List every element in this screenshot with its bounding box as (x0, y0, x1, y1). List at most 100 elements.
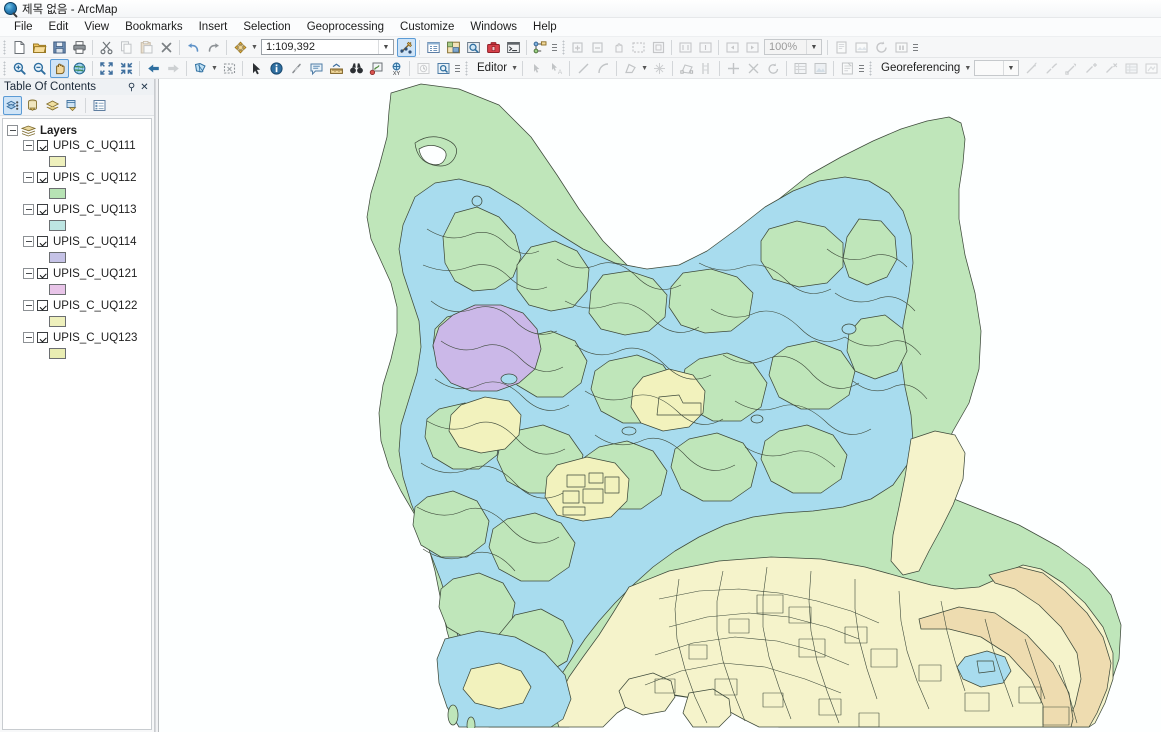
menu-selection[interactable]: Selection (235, 18, 298, 36)
hyperlink-icon[interactable] (287, 59, 306, 78)
toolbar-grip[interactable] (3, 61, 6, 76)
edit-annotation-icon[interactable]: A (547, 59, 566, 78)
menu-file[interactable]: File (6, 18, 41, 36)
layer-node-upis-c-uq123[interactable]: UPIS_C_UQ123 (3, 330, 151, 345)
table-of-contents-icon[interactable] (424, 38, 443, 57)
zoom-out-page-icon[interactable] (589, 38, 608, 57)
layer-node-upis-c-uq113[interactable]: UPIS_C_UQ113 (3, 202, 151, 217)
arctoolbox-icon[interactable] (484, 38, 503, 57)
layer-visibility-checkbox[interactable] (37, 172, 48, 183)
menu-insert[interactable]: Insert (191, 18, 236, 36)
find-binoculars-icon[interactable] (347, 59, 366, 78)
fixed-zoom-in-icon[interactable] (97, 59, 116, 78)
data-view-icon[interactable] (852, 38, 871, 57)
layer-visibility-checkbox[interactable] (37, 140, 48, 151)
editor-dropdown-arrow-icon[interactable]: ▼ (510, 59, 519, 78)
chevron-down-icon[interactable]: ▼ (806, 40, 821, 54)
search-window-icon[interactable] (464, 38, 483, 57)
add-control-points-icon[interactable] (1082, 59, 1101, 78)
layer-swatch[interactable] (49, 188, 66, 199)
new-document-icon[interactable] (10, 38, 29, 57)
layer-swatch[interactable] (49, 348, 66, 359)
redo-arrow-icon[interactable] (204, 38, 223, 57)
time-slider-icon[interactable] (414, 59, 433, 78)
save-icon[interactable] (50, 38, 69, 57)
zoom-out-icon[interactable] (30, 59, 49, 78)
layer-swatch[interactable] (49, 156, 66, 167)
delete-x-icon[interactable] (157, 38, 176, 57)
georeferencing-toolbar-grip[interactable] (869, 61, 872, 76)
menu-bookmarks[interactable]: Bookmarks (117, 18, 191, 36)
catalog-icon[interactable] (444, 38, 463, 57)
full-extent-globe-icon[interactable] (70, 59, 89, 78)
map-scale-combo[interactable]: 1:109,392 ▼ (261, 39, 394, 55)
refresh-view-icon[interactable] (872, 38, 891, 57)
georeferencing-layer-combo[interactable]: ▼ (974, 60, 1019, 76)
expander-icon[interactable] (23, 236, 34, 247)
edit-vertices-icon[interactable] (677, 59, 696, 78)
end-point-arc-icon[interactable] (594, 59, 613, 78)
go-to-next-page-icon[interactable] (696, 38, 715, 57)
layer-swatch[interactable] (49, 316, 66, 327)
split-icon[interactable] (744, 59, 763, 78)
go-to-xy-icon[interactable]: XY (387, 59, 406, 78)
menu-windows[interactable]: Windows (462, 18, 525, 36)
menu-help[interactable]: Help (525, 18, 565, 36)
create-viewer-window-icon[interactable] (434, 59, 453, 78)
map-canvas[interactable] (159, 79, 1161, 732)
edit-tool-arrow-icon[interactable] (527, 59, 546, 78)
shift-georef-icon[interactable] (1042, 59, 1061, 78)
georeferencing-dropdown-arrow-icon[interactable]: ▼ (963, 59, 972, 78)
list-by-source-button[interactable] (23, 96, 42, 115)
expander-icon[interactable] (23, 332, 34, 343)
layer-node-upis-c-uq112[interactable]: UPIS_C_UQ112 (3, 170, 151, 185)
toolbar-grip[interactable] (3, 40, 6, 55)
trace-dropdown-arrow-icon[interactable]: ▼ (640, 59, 649, 78)
toolbar-overflow-button[interactable] (857, 59, 866, 78)
find-route-icon[interactable] (367, 59, 386, 78)
previous-extent-icon[interactable] (144, 59, 163, 78)
layer-node-upis-c-uq111[interactable]: UPIS_C_UQ111 (3, 138, 151, 153)
scale-georef-icon[interactable] (1062, 59, 1081, 78)
chevron-down-icon[interactable]: ▼ (378, 40, 393, 54)
fixed-zoom-out-icon[interactable] (117, 59, 136, 78)
add-data-dropdown-arrow-icon[interactable]: ▼ (250, 38, 259, 57)
rotate-georef-icon[interactable] (1022, 59, 1041, 78)
reshape-feature-icon[interactable] (697, 59, 716, 78)
model-builder-icon[interactable] (531, 38, 550, 57)
zoom-in-page-icon[interactable] (569, 38, 588, 57)
go-to-previous-page-icon[interactable] (676, 38, 695, 57)
select-features-dropdown-arrow-icon[interactable]: ▼ (210, 59, 219, 78)
add-data-icon[interactable] (231, 38, 250, 57)
page-layout-icon[interactable] (832, 38, 851, 57)
copy-icon[interactable] (117, 38, 136, 57)
trace-icon[interactable] (621, 59, 640, 78)
layer-visibility-checkbox[interactable] (37, 204, 48, 215)
layer-visibility-checkbox[interactable] (37, 236, 48, 247)
identify-info-icon[interactable] (267, 59, 286, 78)
chevron-down-icon[interactable]: ▼ (1003, 61, 1018, 75)
editor-toolbar-toggle-icon[interactable] (397, 38, 416, 57)
cut-scissors-icon[interactable] (97, 38, 116, 57)
menu-customize[interactable]: Customize (392, 18, 462, 36)
list-by-drawing-order-button[interactable] (3, 96, 22, 115)
sketch-properties-icon[interactable] (811, 59, 830, 78)
toolbar-overflow-button[interactable] (453, 59, 462, 78)
layer-node-upis-c-uq114[interactable]: UPIS_C_UQ114 (3, 234, 151, 249)
list-by-selection-button[interactable] (63, 96, 82, 115)
previous-page-icon[interactable] (723, 38, 742, 57)
zoom-in-icon[interactable] (10, 59, 29, 78)
straight-segment-icon[interactable] (574, 59, 593, 78)
close-icon[interactable]: ✕ (138, 81, 151, 94)
next-extent-icon[interactable] (164, 59, 183, 78)
next-page-icon[interactable] (743, 38, 762, 57)
expander-icon[interactable] (23, 172, 34, 183)
attributes-table-icon[interactable] (791, 59, 810, 78)
select-elements-arrow-icon[interactable] (247, 59, 266, 78)
pan-page-icon[interactable] (609, 38, 628, 57)
layer-visibility-checkbox[interactable] (37, 300, 48, 311)
menu-view[interactable]: View (76, 18, 117, 36)
delete-control-point-icon[interactable] (1102, 59, 1121, 78)
editor-menu-label[interactable]: Editor (471, 62, 510, 74)
select-features-icon[interactable] (191, 59, 210, 78)
